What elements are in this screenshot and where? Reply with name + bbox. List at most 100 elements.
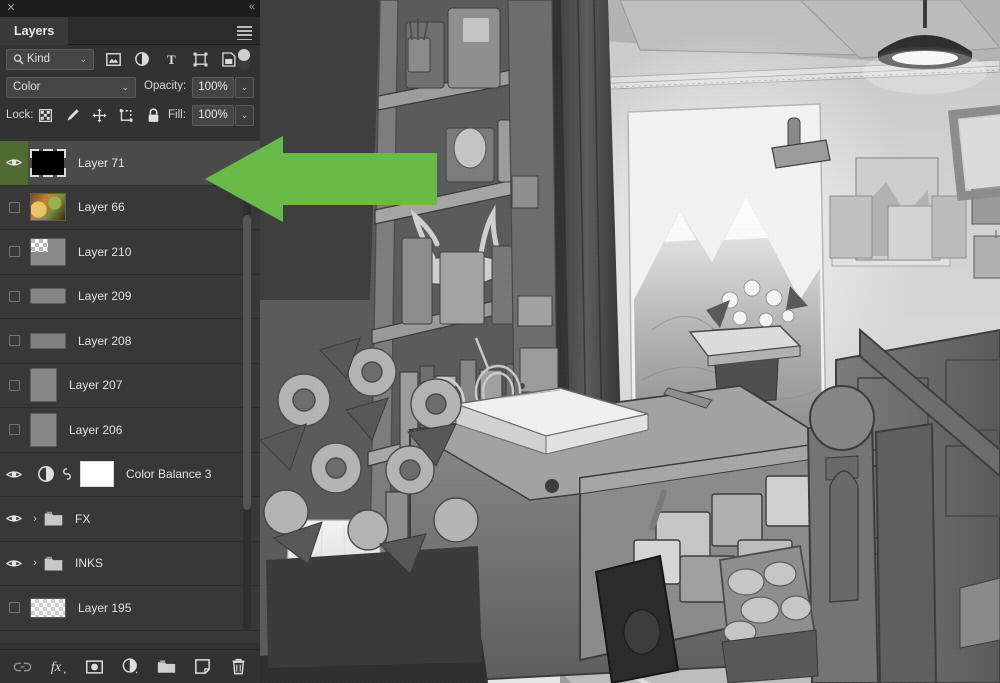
layer-list-scrollbar[interactable] <box>243 160 251 630</box>
lock-fill-row: Lock: <box>0 103 260 131</box>
layer-name: Layer 71 <box>78 156 125 170</box>
layer-mask-thumbnail[interactable] <box>80 461 114 487</box>
layer-visibility-toggle[interactable] <box>0 364 28 408</box>
eye-icon <box>6 469 22 480</box>
eye-off-icon <box>9 335 20 346</box>
layer-row[interactable]: › STAIRS <box>0 631 260 644</box>
new-adjustment-icon[interactable] <box>120 657 140 677</box>
layer-row[interactable]: Color Balance 3 <box>0 453 260 498</box>
fill-stepper-chevron[interactable]: ⌄ <box>235 105 254 126</box>
group-expand-chevron-icon[interactable]: › <box>28 557 42 569</box>
eye-icon <box>6 157 22 168</box>
opacity-stepper-chevron[interactable]: ⌄ <box>235 77 254 98</box>
filter-type-icon[interactable]: T <box>162 50 180 68</box>
layer-thumbnail[interactable] <box>30 149 66 177</box>
layer-visibility-toggle[interactable] <box>0 631 28 644</box>
search-icon <box>13 53 24 66</box>
link-layers-icon[interactable] <box>12 657 32 677</box>
svg-text:T: T <box>167 53 176 66</box>
layer-name: INKS <box>75 556 103 570</box>
filter-kind-select[interactable]: Kind ⌄ <box>6 49 94 70</box>
layer-visibility-toggle[interactable] <box>0 497 28 541</box>
layer-visibility-toggle[interactable] <box>0 275 28 319</box>
delete-layer-icon[interactable] <box>228 657 248 677</box>
chevron-down-icon: ⌄ <box>121 78 129 97</box>
layer-visibility-toggle[interactable] <box>0 186 28 230</box>
lock-artboard-icon[interactable] <box>117 106 135 125</box>
adjustment-layer-icon[interactable] <box>38 466 55 483</box>
eye-off-icon <box>9 602 20 613</box>
layer-visibility-toggle[interactable] <box>0 542 28 586</box>
layer-thumbnail[interactable] <box>30 598 66 618</box>
layer-thumbnail[interactable] <box>30 193 66 221</box>
fill-input[interactable]: 100% <box>192 105 234 126</box>
lock-position-icon[interactable] <box>90 106 108 125</box>
studio-artwork <box>260 0 1000 683</box>
layer-row[interactable]: › FX <box>0 497 260 542</box>
layer-row[interactable]: Layer 209 <box>0 275 260 320</box>
blend-mode-select[interactable]: Color ⌄ <box>6 77 136 98</box>
folder-icon <box>44 556 63 571</box>
layer-visibility-toggle[interactable] <box>0 408 28 452</box>
layer-row[interactable]: Layer 195 <box>0 586 260 631</box>
layer-thumbnail[interactable] <box>30 413 57 447</box>
lock-label: Lock: <box>6 109 34 121</box>
layer-filter-row: Kind ⌄ T <box>0 45 260 75</box>
layer-row[interactable]: › INKS <box>0 542 260 587</box>
layer-thumbnail[interactable] <box>30 333 66 349</box>
opacity-input[interactable]: 100% <box>192 77 234 98</box>
layer-row[interactable]: Layer 207 <box>0 364 260 409</box>
lock-image-icon[interactable] <box>63 106 81 125</box>
close-icon[interactable]: ✕ <box>5 2 17 14</box>
layer-name: Layer 66 <box>78 200 125 214</box>
link-mask-icon[interactable] <box>61 466 74 483</box>
scrollbar-thumb[interactable] <box>243 215 251 510</box>
filter-adjustment-icon[interactable] <box>133 50 151 68</box>
group-expand-chevron-icon[interactable]: › <box>28 513 42 525</box>
lock-buttons <box>36 106 162 125</box>
new-group-icon[interactable] <box>156 657 176 677</box>
filter-pixel-icon[interactable] <box>104 50 122 68</box>
blend-mode-value: Color <box>13 81 40 93</box>
layer-visibility-toggle[interactable] <box>0 586 28 630</box>
layer-styles-fx-icon[interactable]: fx <box>48 657 68 677</box>
lock-transparency-icon[interactable] <box>36 106 54 125</box>
layers-panel-toolbar: fx <box>0 649 260 683</box>
eye-off-icon <box>9 380 20 391</box>
layer-visibility-toggle[interactable] <box>0 230 28 274</box>
new-layer-icon[interactable] <box>192 657 212 677</box>
folder-icon <box>44 511 63 526</box>
eye-off-icon <box>9 291 20 302</box>
add-mask-icon[interactable] <box>84 657 104 677</box>
layer-name: Layer 209 <box>78 289 131 303</box>
layer-name: Layer 207 <box>69 378 122 392</box>
layer-thumbnail[interactable] <box>30 238 66 266</box>
layer-visibility-toggle[interactable] <box>0 141 28 185</box>
tab-layers[interactable]: Layers <box>0 17 68 45</box>
layer-visibility-toggle[interactable] <box>0 319 28 363</box>
layer-name: Layer 208 <box>78 334 131 348</box>
layer-visibility-toggle[interactable] <box>0 453 28 497</box>
photoshop-window: ✕ « Layers Kind ⌄ <box>0 0 1000 683</box>
layer-name: FX <box>75 512 90 526</box>
filter-enable-toggle[interactable] <box>238 49 250 70</box>
panel-menu-icon[interactable] <box>237 26 252 37</box>
layer-row[interactable]: Layer 210 <box>0 230 260 275</box>
filter-smartobject-icon[interactable] <box>220 50 238 68</box>
eye-off-icon <box>9 424 20 435</box>
document-canvas[interactable] <box>260 0 1000 683</box>
filter-kind-label: Kind <box>27 50 50 69</box>
eye-off-icon <box>9 246 20 257</box>
layer-name: Layer 206 <box>69 423 122 437</box>
layer-row[interactable]: Layer 206 <box>0 408 260 453</box>
eye-icon <box>6 513 22 524</box>
svg-text:fx: fx <box>50 659 61 675</box>
layer-thumbnail[interactable] <box>30 288 66 304</box>
filter-shape-icon[interactable] <box>191 50 209 68</box>
collapse-panels-icon[interactable]: « <box>249 1 254 14</box>
fill-label: Fill: <box>168 109 186 121</box>
layer-row[interactable]: Layer 208 <box>0 319 260 364</box>
lock-all-icon[interactable] <box>144 106 162 125</box>
layer-thumbnail[interactable] <box>30 368 57 402</box>
chevron-down-icon: ⌄ <box>79 50 87 69</box>
